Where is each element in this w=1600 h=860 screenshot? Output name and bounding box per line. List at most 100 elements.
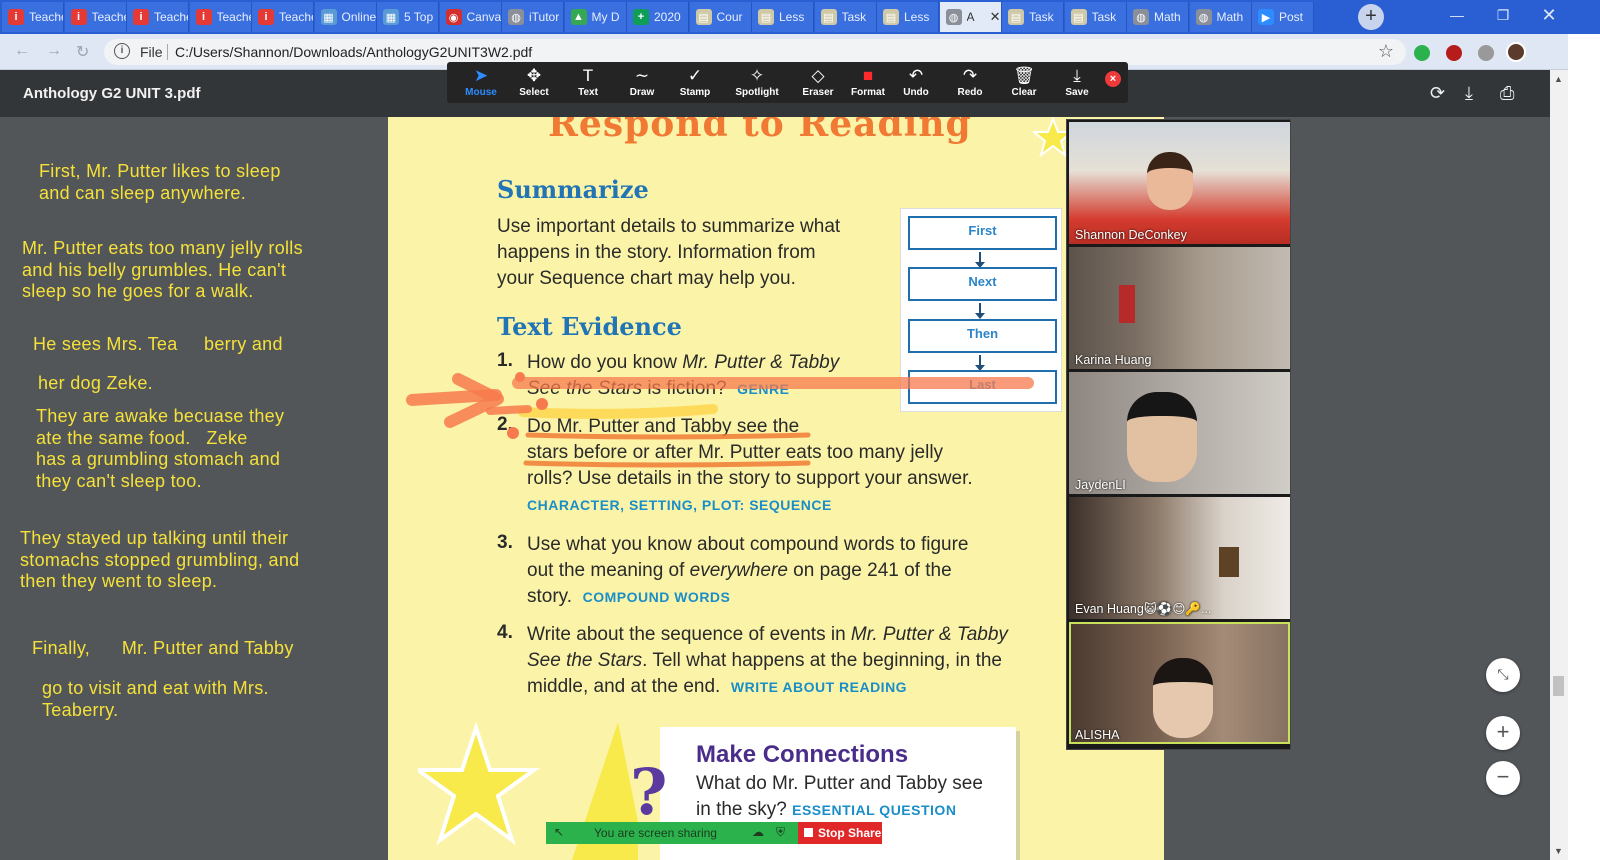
reload-icon[interactable]: ↻: [76, 42, 89, 62]
participant-name: Shannon DeConkey: [1075, 228, 1187, 242]
participant-video[interactable]: Shannon DeConkey: [1069, 122, 1290, 244]
participant-face: [1153, 658, 1213, 738]
window-edge: [1568, 34, 1600, 860]
note-text: He sees Mrs. Tea berry and: [33, 334, 283, 354]
tab-label: Teacher: [279, 10, 313, 24]
minimize-window-button[interactable]: —: [1434, 0, 1480, 30]
stop-share-button[interactable]: Stop Share: [798, 822, 882, 844]
select-icon: ✥: [526, 66, 542, 85]
browser-tab[interactable]: ▤ Cour: [689, 2, 752, 32]
participant-face: [1147, 152, 1193, 210]
profile-avatar[interactable]: [1506, 42, 1526, 62]
save-tool-button[interactable]: ⤓ Save: [1049, 65, 1105, 98]
ublock-icon[interactable]: [1446, 45, 1462, 61]
participant-video[interactable]: JaydenLI: [1069, 372, 1290, 494]
participant-name: Karina Huang: [1075, 353, 1152, 367]
mouse-tool-button[interactable]: ➤ Mouse: [453, 65, 509, 98]
browser-tab[interactable]: i Teacher: [64, 2, 127, 32]
participant-video[interactable]: Evan Huang😺⚽😊🔑...: [1069, 497, 1290, 619]
spotlight-tool-button[interactable]: ✧ Spotlight: [729, 65, 785, 98]
redo-icon: ↷: [962, 66, 978, 85]
scroll-up-arrow-icon[interactable]: ▲: [1554, 74, 1563, 84]
vertical-scrollbar[interactable]: ▲ ▼: [1550, 70, 1568, 860]
participant-name: ALISHA: [1075, 728, 1120, 742]
info-icon[interactable]: i: [114, 43, 130, 59]
browser-tab[interactable]: i Teacher: [2, 2, 64, 32]
download-icon[interactable]: ⤓: [1465, 83, 1473, 104]
make-connections-line: What do Mr. Putter and Tabby see: [696, 773, 983, 794]
puzzle-extension-icon[interactable]: [1478, 45, 1494, 61]
browser-tab[interactable]: ▤ Less: [752, 2, 814, 32]
zoom-out-button[interactable]: −: [1486, 761, 1520, 795]
draw-icon: ∼: [634, 66, 650, 85]
clear-tool-button[interactable]: 🗑 Clear: [996, 65, 1052, 98]
scrollbar-thumb[interactable]: [1553, 676, 1564, 696]
participant-face: [1127, 392, 1197, 482]
address-url[interactable]: C:/Users/Shannon/Downloads/AnthologyG2UN…: [175, 44, 532, 60]
browser-tab[interactable]: ◉ Canva: [439, 2, 502, 32]
close-annotation-toolbar-button[interactable]: ×: [1105, 71, 1121, 87]
tab-label: Task: [1029, 10, 1054, 24]
browser-tab[interactable]: ◍ A ✕: [939, 2, 1002, 32]
tab-label: 2020: [654, 10, 681, 24]
spotlight-icon: ✧: [749, 66, 765, 85]
browser-tab[interactable]: ▤ Task: [814, 2, 877, 32]
tab-label: Cour: [716, 10, 743, 24]
note-text: They are awake becuase they ate the same…: [36, 406, 285, 491]
browser-tab[interactable]: ◍ Math: [1189, 2, 1252, 32]
extension-icon[interactable]: [1414, 45, 1430, 61]
mouse-icon: ➤: [473, 66, 489, 85]
close-tab-icon[interactable]: ✕: [990, 9, 1001, 25]
undo-tool-button[interactable]: ↶ Undo: [888, 65, 944, 98]
undo-icon: ↶: [908, 66, 924, 85]
browser-tab[interactable]: i Teacher: [252, 2, 314, 32]
print-icon[interactable]: ⎙: [1500, 83, 1514, 104]
participant-video[interactable]: ALISHA: [1069, 622, 1290, 744]
browser-tab[interactable]: i Teacher: [189, 2, 252, 32]
eraser-tool-button[interactable]: ◇ Eraser: [790, 65, 846, 98]
back-arrow-icon[interactable]: ←: [14, 42, 30, 60]
draw-tool-button[interactable]: ∼ Draw: [614, 65, 670, 98]
zoom-in-button[interactable]: +: [1486, 716, 1520, 750]
close-window-button[interactable]: ✕: [1526, 0, 1572, 30]
browser-tab[interactable]: ▶ Post: [1252, 2, 1314, 32]
scroll-down-arrow-icon[interactable]: ▼: [1554, 846, 1563, 856]
new-tab-button[interactable]: +: [1358, 4, 1384, 30]
tool-label: Text: [578, 87, 598, 98]
participant-name: Evan Huang😺⚽😊🔑...: [1075, 602, 1212, 616]
browser-tab[interactable]: ▦ Online: [314, 2, 377, 32]
select-tool-button[interactable]: ✥ Select: [506, 65, 562, 98]
browser-tab[interactable]: ▤ Task: [1002, 2, 1064, 32]
browser-tab[interactable]: ◍ Math: [1127, 2, 1189, 32]
browser-tab[interactable]: i Teacher: [127, 2, 189, 32]
teachable-icon: i: [70, 9, 87, 25]
browser-tab[interactable]: ◍ iTutor: [502, 2, 564, 32]
stamp-tool-button[interactable]: ✓ Stamp: [667, 65, 723, 98]
course-icon: ▤: [883, 9, 899, 25]
tab-label: Teacher: [91, 10, 126, 24]
browser-tab[interactable]: ▤ Task: [1064, 2, 1127, 32]
forward-arrow-icon[interactable]: →: [46, 42, 62, 60]
participant-video-panel: Shannon DeConkey Karina Huang JaydenLI E…: [1066, 119, 1291, 750]
course-icon: ▤: [820, 9, 837, 25]
restore-window-button[interactable]: ❐: [1480, 0, 1526, 30]
participant-video[interactable]: Karina Huang: [1069, 247, 1290, 369]
teachable-icon: i: [195, 9, 212, 25]
browser-tab[interactable]: ▦ 5 Top: [377, 2, 439, 32]
redo-tool-button[interactable]: ↷ Redo: [942, 65, 998, 98]
room-object: [1119, 285, 1135, 323]
browser-tab[interactable]: +2020: [627, 2, 689, 32]
tab-label: Less: [904, 10, 930, 24]
share-handle-icon[interactable]: ↖: [554, 825, 564, 839]
teachable-icon: i: [133, 9, 149, 25]
tab-label: Math: [1154, 10, 1181, 24]
browser-tab[interactable]: ▲ My D: [564, 2, 627, 32]
text-tool-button[interactable]: T Text: [560, 65, 616, 98]
course-icon: ▤: [1008, 9, 1024, 25]
browser-tab[interactable]: ▤ Less: [877, 2, 939, 32]
rotate-icon[interactable]: ⟳: [1430, 83, 1445, 104]
bookmark-star-icon[interactable]: ☆: [1378, 41, 1394, 62]
fit-to-page-button[interactable]: ⤡: [1486, 658, 1520, 692]
tool-label: Spotlight: [735, 87, 779, 98]
school-icon: ▦: [383, 9, 399, 25]
